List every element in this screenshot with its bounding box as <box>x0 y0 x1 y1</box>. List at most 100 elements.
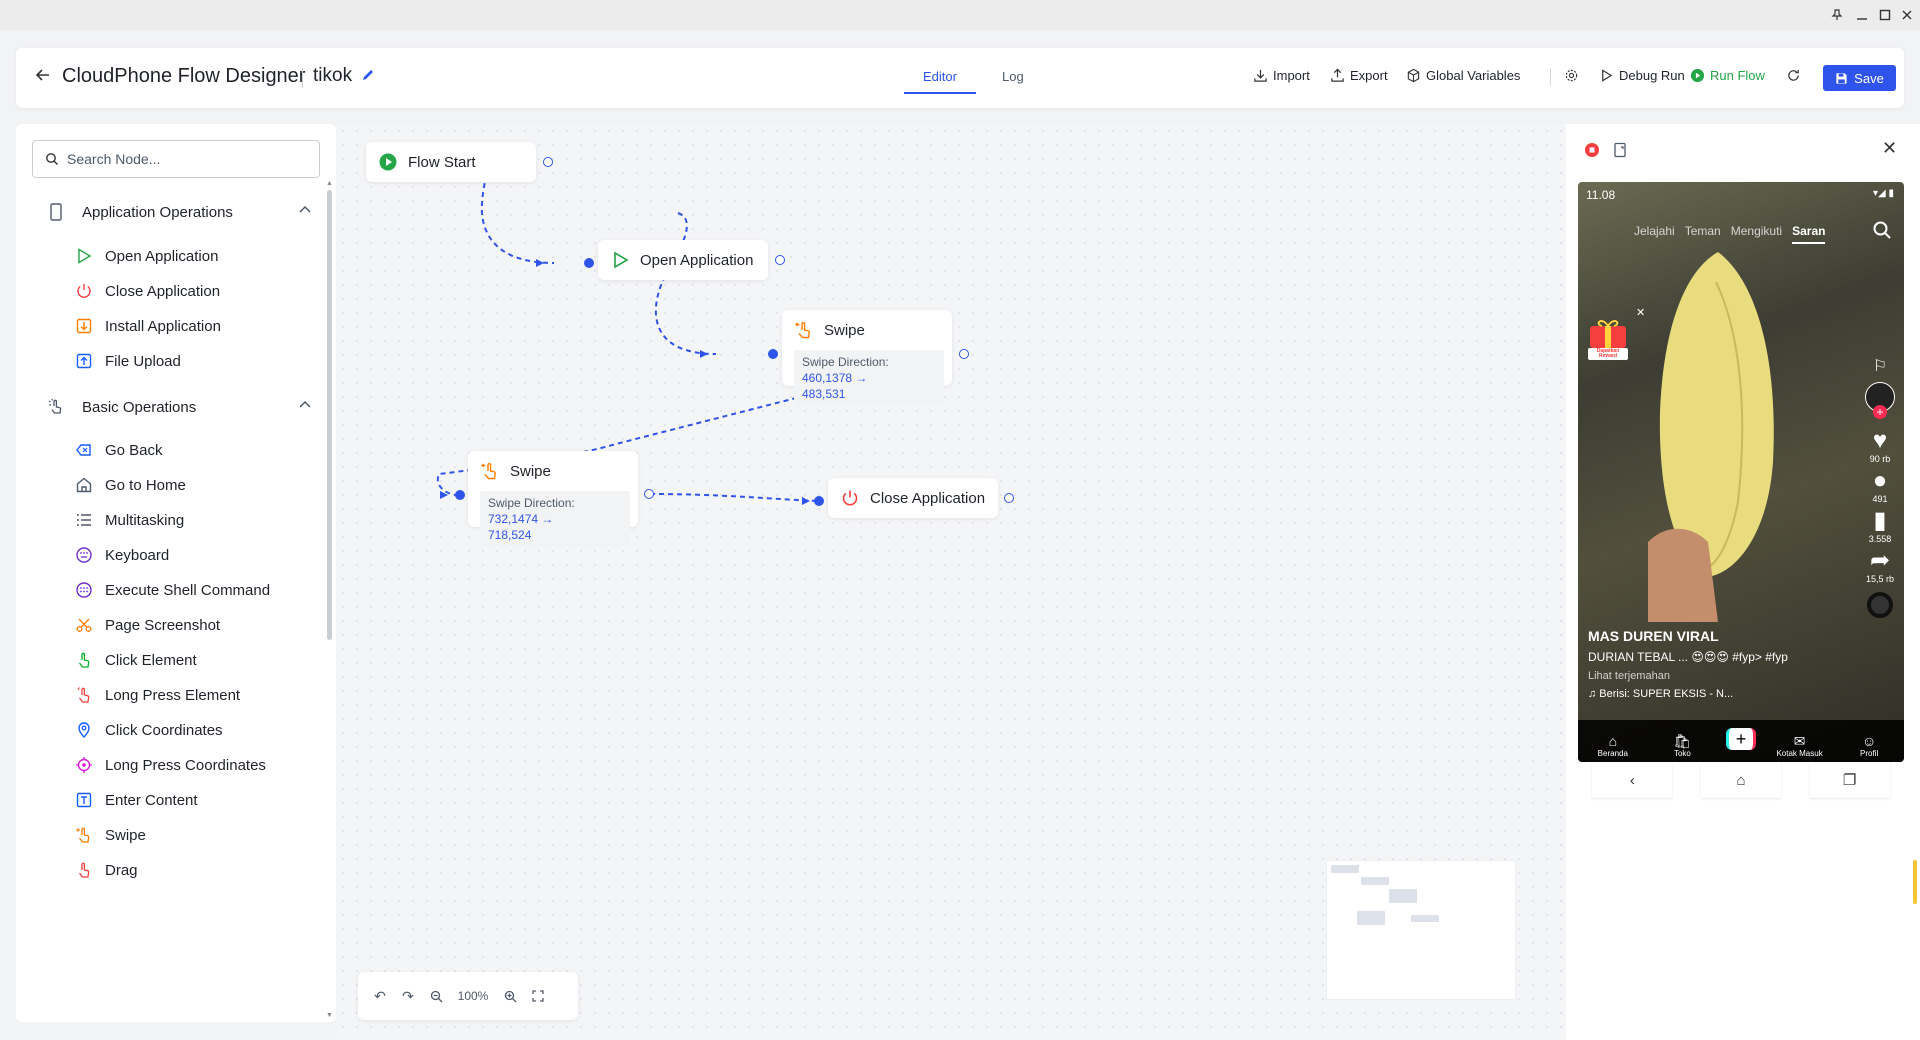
palette-item-enter-content[interactable]: Enter Content <box>74 788 198 812</box>
palette-item-long-press-coordinates[interactable]: Long Press Coordinates <box>74 753 266 777</box>
palette-item-install-application[interactable]: Install Application <box>74 314 221 338</box>
palette-item-go-to-home[interactable]: Go to Home <box>74 473 186 497</box>
scroll-up-arrow-icon[interactable]: ▲ <box>326 180 333 187</box>
phone-screen[interactable]: 11.08 ▾◢ ▮ Jelajahi Teman Mengikuti Sara… <box>1578 182 1904 762</box>
undo-icon[interactable]: ↶ <box>372 988 388 1004</box>
zoom-out-icon[interactable] <box>428 988 444 1004</box>
tiktok-tab[interactable]: Teman <box>1685 224 1721 244</box>
palette-item-multitasking[interactable]: Multitasking <box>74 508 184 532</box>
palette-item-click-element[interactable]: Click Element <box>74 648 197 672</box>
node-output-port[interactable] <box>775 255 785 265</box>
search-input[interactable] <box>67 151 297 167</box>
translate-link[interactable]: Lihat terjemahan <box>1588 670 1670 682</box>
node-flow-start[interactable]: Flow Start <box>366 142 536 182</box>
video-caption: DURIAN TEBAL ... 😍😍😍 #fyp> #fyp <box>1588 650 1788 664</box>
search-icon[interactable] <box>1872 220 1892 240</box>
side-drawer-handle[interactable] <box>1913 860 1917 904</box>
create-post-button[interactable]: + <box>1725 728 1756 750</box>
zoom-in-icon[interactable] <box>502 988 518 1004</box>
like-button[interactable]: ♥ 90 rb <box>1860 428 1900 465</box>
nav-inbox[interactable]: ✉ Kotak Masuk <box>1774 733 1826 758</box>
android-home-button[interactable]: ⌂ <box>1700 762 1781 798</box>
video-author[interactable]: MAS DUREN VIRAL <box>1588 628 1719 644</box>
follow-plus-icon[interactable]: + <box>1873 405 1887 419</box>
node-output-port[interactable] <box>1004 493 1014 503</box>
maximize-icon[interactable] <box>1876 6 1894 24</box>
node-swipe-1[interactable]: Swipe Swipe Direction: 460,1378 → 483,53… <box>782 310 952 406</box>
screenshot-icon[interactable] <box>1612 142 1628 158</box>
scroll-down-arrow-icon[interactable]: ▼ <box>326 1012 333 1019</box>
tab-log[interactable]: Log <box>1002 69 1024 84</box>
tiktok-tab-active[interactable]: Saran <box>1792 224 1826 244</box>
group-application-operations[interactable]: Application Operations <box>46 200 326 224</box>
nav-profile[interactable]: ☺ Profil <box>1843 733 1895 758</box>
pin-icon[interactable] <box>1828 6 1846 24</box>
redo-icon[interactable]: ↷ <box>400 988 416 1004</box>
node-input-port[interactable] <box>584 258 594 268</box>
tiktok-tab[interactable]: Jelajahi <box>1634 224 1675 244</box>
report-icon[interactable]: ⚐ <box>1860 354 1900 380</box>
palette-item-click-coordinates[interactable]: Click Coordinates <box>74 718 223 742</box>
close-panel-icon[interactable]: ✕ <box>1882 138 1897 159</box>
palette-item-drag[interactable]: Drag <box>74 858 138 882</box>
palette-item-go-back[interactable]: Go Back <box>74 438 163 462</box>
import-button[interactable]: Import <box>1253 68 1310 83</box>
music-disc-icon[interactable] <box>1860 592 1900 618</box>
share-button[interactable]: ➦ 15,5 rb <box>1860 548 1900 585</box>
node-input-port[interactable] <box>455 490 465 500</box>
reward-gift-badge[interactable]: Dapatkan Reward <box>1586 314 1630 362</box>
video-music[interactable]: ♫ Berisi: SUPER EKSIS - N... <box>1588 688 1733 700</box>
run-flow-button[interactable]: Run Flow <box>1690 68 1765 83</box>
node-input-port[interactable] <box>814 496 824 506</box>
debug-run-button[interactable]: Debug Run <box>1599 68 1685 83</box>
palette-item-page-screenshot[interactable]: Page Screenshot <box>74 613 220 637</box>
creator-avatar[interactable]: + <box>1860 382 1900 419</box>
node-output-port[interactable] <box>959 349 969 359</box>
group-basic-operations[interactable]: Basic Operations <box>46 395 326 419</box>
close-reward-icon[interactable]: ✕ <box>1636 306 1645 319</box>
minimize-icon[interactable] <box>1853 6 1871 24</box>
global-variables-button[interactable]: Global Variables <box>1406 68 1520 83</box>
canvas-minimap[interactable] <box>1326 860 1516 1000</box>
settings-button[interactable] <box>1564 68 1579 83</box>
refresh-button[interactable] <box>1786 68 1801 83</box>
chevron-up-icon[interactable] <box>298 203 312 217</box>
palette-item-close-application[interactable]: Close Application <box>74 279 220 303</box>
node-swipe-2[interactable]: Swipe Swipe Direction: 732,1474 → 718,52… <box>468 451 638 547</box>
node-title: Swipe <box>510 462 551 480</box>
palette-item-keyboard[interactable]: Keyboard <box>74 543 169 567</box>
node-output-port[interactable] <box>644 489 654 499</box>
play-outline-icon <box>614 251 629 269</box>
save-button[interactable]: Save <box>1823 65 1896 91</box>
search-box[interactable] <box>32 140 320 178</box>
flow-canvas[interactable]: Flow Start Open Application Swipe Swipe … <box>336 124 1566 1040</box>
node-output-port[interactable] <box>543 157 553 167</box>
node-title: Close Application <box>870 489 986 507</box>
close-icon[interactable] <box>1898 6 1916 24</box>
record-icon[interactable] <box>1584 142 1600 158</box>
bookmark-button[interactable]: ▮ 3.558 <box>1860 508 1900 545</box>
palette-item-long-press-element[interactable]: Long Press Element <box>74 683 240 707</box>
terminal-icon <box>74 580 94 600</box>
export-button[interactable]: Export <box>1330 68 1388 83</box>
sidebar-scrollbar[interactable] <box>327 190 332 640</box>
nav-home[interactable]: ⌂ Beranda <box>1587 733 1639 758</box>
comment-button[interactable]: ● 491 <box>1860 468 1900 505</box>
tiktok-tab[interactable]: Mengikuti <box>1731 224 1782 244</box>
palette-item-open-application[interactable]: Open Application <box>74 244 218 268</box>
back-arrow-icon[interactable] <box>34 66 56 88</box>
pencil-icon[interactable] <box>361 68 377 84</box>
node-close-application[interactable]: Close Application <box>828 478 998 518</box>
android-recents-button[interactable]: ❐ <box>1809 762 1890 798</box>
gear-icon <box>1565 69 1578 82</box>
android-back-button[interactable]: ‹ <box>1592 762 1673 798</box>
fit-view-icon[interactable] <box>530 988 546 1004</box>
palette-item-file-upload[interactable]: File Upload <box>74 349 181 373</box>
tab-editor[interactable]: Editor <box>923 69 957 84</box>
palette-item-execute-shell-command[interactable]: Execute Shell Command <box>74 578 270 602</box>
palette-item-swipe[interactable]: Swipe <box>74 823 146 847</box>
node-open-application[interactable]: Open Application <box>598 240 768 280</box>
node-input-port[interactable] <box>768 349 778 359</box>
nav-shop[interactable]: 🛍 Toko <box>1656 733 1708 758</box>
chevron-up-icon[interactable] <box>298 398 312 412</box>
